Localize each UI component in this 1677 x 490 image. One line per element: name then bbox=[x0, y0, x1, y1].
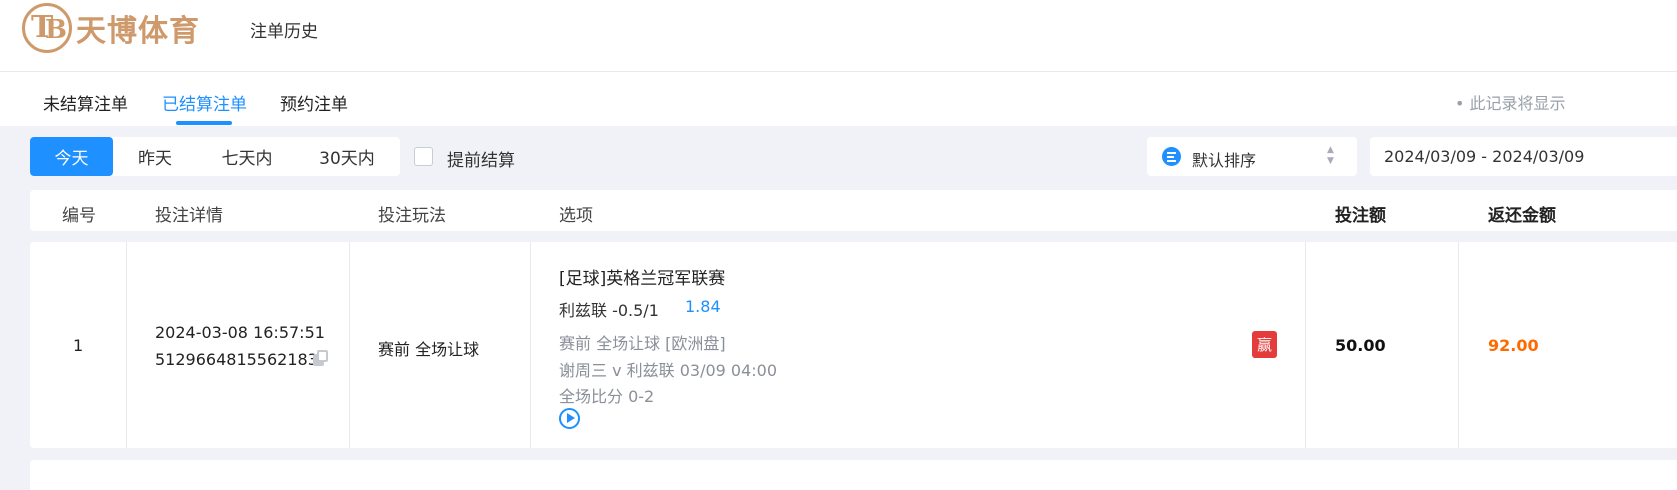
table-row: 1 2024-03-08 16:57:51 5129664815562183 赛… bbox=[30, 242, 1677, 448]
logo-mark-icon: T B bbox=[22, 3, 72, 53]
match-info: 谢周三 v 利兹联 03/09 04:00 bbox=[559, 361, 778, 380]
column-divider bbox=[530, 242, 531, 448]
col-payout: 返还金额 bbox=[1488, 206, 1556, 226]
sort-icon bbox=[1162, 147, 1181, 166]
top-header: T B 天博体育 注单历史 bbox=[0, 0, 1677, 72]
main-content: 今天 昨天 七天内 30天内 提前结算 默认排序 ▲ ▼ 2024/03/09 -… bbox=[0, 126, 1677, 490]
active-tab-indicator bbox=[176, 121, 232, 125]
filter-row: 今天 昨天 七天内 30天内 提前结算 默认排序 ▲ ▼ 2024/03/09 -… bbox=[0, 126, 1677, 190]
sort-select[interactable]: 默认排序 ▲ ▼ bbox=[1147, 137, 1357, 176]
odds-value: 1.84 bbox=[685, 297, 721, 316]
record-note: • 此记录将显示 bbox=[1455, 94, 1566, 113]
range-30days-button[interactable]: 30天内 bbox=[297, 137, 397, 176]
early-settle-label: 提前结算 bbox=[447, 151, 515, 171]
sort-updown-icon: ▲ ▼ bbox=[1327, 145, 1334, 166]
logo-glyph-b: B bbox=[45, 15, 67, 45]
bet-status-tabs: 未结算注单 已结算注单 预约注单 • 此记录将显示 bbox=[0, 72, 1677, 126]
copy-icon[interactable] bbox=[313, 350, 328, 366]
column-divider bbox=[1305, 242, 1306, 448]
range-7days-button[interactable]: 七天内 bbox=[197, 137, 297, 176]
col-bet-type: 投注玩法 bbox=[378, 206, 446, 226]
bet-datetime: 2024-03-08 16:57:51 bbox=[155, 323, 325, 342]
logo-text: 天博体育 bbox=[76, 14, 200, 49]
brand-logo[interactable]: T B 天博体育 bbox=[22, 2, 200, 54]
col-stake: 投注额 bbox=[1335, 206, 1386, 226]
bet-type: 赛前 全场让球 bbox=[378, 340, 480, 359]
tab-scheduled[interactable]: 预约注单 bbox=[280, 90, 348, 115]
date-range-value: 2024/03/09 - 2024/03/09 bbox=[1384, 147, 1585, 166]
table-header: 编号 投注详情 投注玩法 选项 投注额 返还金额 bbox=[30, 190, 1677, 231]
range-today-button[interactable]: 今天 bbox=[30, 137, 113, 176]
league-name: [足球]英格兰冠军联赛 bbox=[559, 269, 726, 289]
col-selection: 选项 bbox=[559, 206, 593, 226]
column-divider bbox=[126, 242, 127, 448]
market-line: 赛前 全场让球 [欧洲盘] bbox=[559, 334, 726, 353]
col-id: 编号 bbox=[62, 206, 96, 226]
col-detail: 投注详情 bbox=[155, 206, 223, 226]
next-row-edge bbox=[30, 460, 1677, 490]
date-range-picker[interactable]: 2024/03/09 - 2024/03/09 bbox=[1370, 137, 1677, 176]
payout-amount: 92.00 bbox=[1488, 336, 1539, 355]
tab-unsettled[interactable]: 未结算注单 bbox=[43, 90, 128, 115]
column-divider bbox=[349, 242, 350, 448]
column-divider bbox=[1458, 242, 1459, 448]
order-number: 5129664815562183 bbox=[155, 350, 318, 369]
sort-label: 默认排序 bbox=[1192, 151, 1257, 170]
pick-selection: 利兹联 -0.5/1 bbox=[559, 301, 659, 320]
stake-amount: 50.00 bbox=[1335, 336, 1386, 355]
early-settle-checkbox[interactable] bbox=[414, 147, 433, 166]
replay-play-icon[interactable] bbox=[559, 408, 580, 429]
tab-settled[interactable]: 已结算注单 bbox=[162, 90, 247, 115]
range-yesterday-button[interactable]: 昨天 bbox=[113, 137, 197, 176]
full-time-score: 全场比分 0-2 bbox=[559, 387, 655, 406]
page-title: 注单历史 bbox=[250, 22, 318, 42]
result-badge: 赢 bbox=[1252, 331, 1277, 358]
row-id: 1 bbox=[73, 336, 84, 355]
